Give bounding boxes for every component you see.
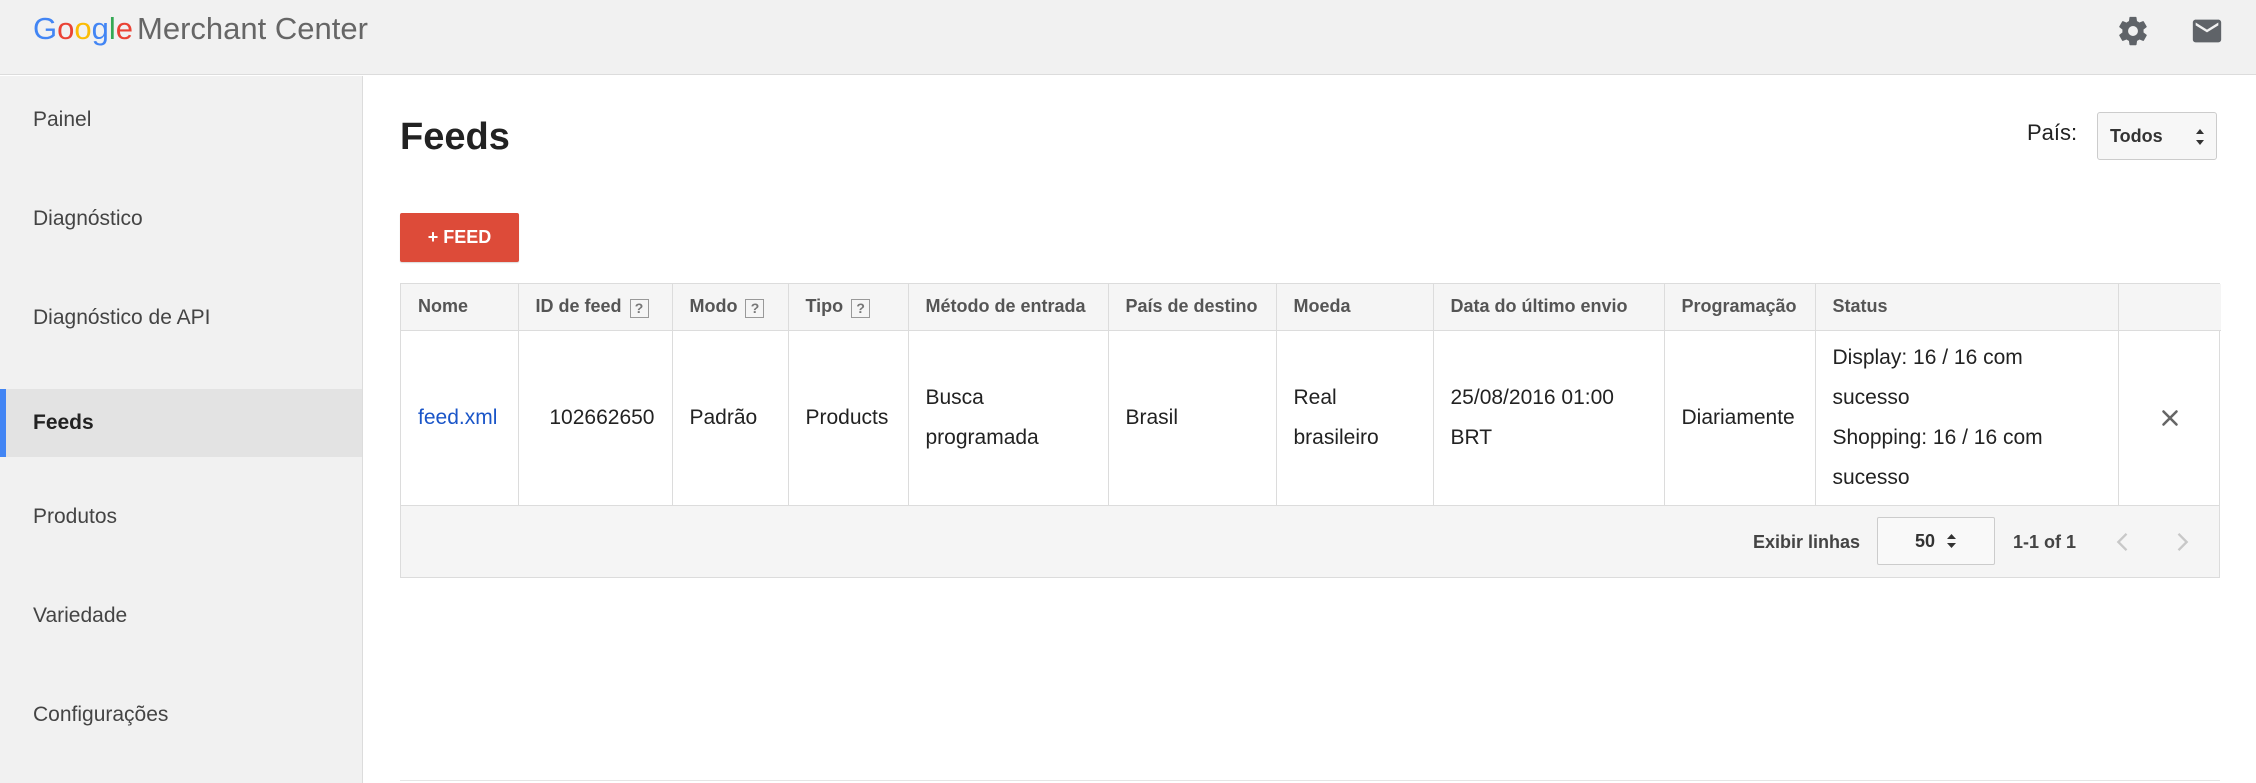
feed-schedule-cell: Diariamente [1664, 330, 1816, 505]
table-footer: Exibir linhas 50 1-1 of 1 [401, 505, 2219, 577]
feed-input-method-cell: Busca programada [908, 330, 1109, 505]
mail-icon[interactable] [2190, 14, 2224, 48]
column-header-pais[interactable]: País de destino [1108, 284, 1277, 331]
pagination-range: 1-1 of 1 [2013, 532, 2077, 552]
logo-letter: e [115, 11, 134, 46]
rows-per-page-value: 50 [1914, 531, 1935, 551]
feed-id-cell: 102662650 [518, 330, 673, 505]
column-header-nome[interactable]: Nome [401, 284, 519, 331]
sidebar-item-feeds[interactable]: Feeds [0, 389, 362, 457]
feed-mode-cell: Padrão [672, 330, 789, 505]
column-header-metodo[interactable]: Método de entrada [908, 284, 1109, 331]
select-arrows-icon [1947, 534, 1957, 548]
feed-actions-cell [2118, 330, 2221, 505]
sidebar: Painel Diagnóstico Diagnóstico de API Fe… [0, 76, 363, 783]
add-feed-button[interactable]: + FEED [400, 213, 519, 262]
sidebar-item-diagnostico-api[interactable]: Diagnóstico de API [0, 284, 362, 352]
feed-status-cell: Display: 16 / 16 com sucesso Shopping: 1… [1815, 330, 2119, 505]
help-icon[interactable]: ? [629, 298, 649, 318]
page-title: Feeds [400, 116, 510, 158]
column-header-tipo[interactable]: Tipo? [788, 284, 909, 331]
feed-currency-cell: Real brasileiro [1276, 330, 1434, 505]
sidebar-item-configuracoes[interactable]: Configurações [0, 681, 362, 749]
column-header-label: Tipo [805, 295, 844, 316]
sidebar-item-variedade[interactable]: Variedade [0, 582, 362, 650]
column-header-moeda[interactable]: Moeda [1276, 284, 1434, 331]
logo-letter: o [74, 11, 92, 46]
product-name: Merchant Center [137, 11, 368, 46]
country-select[interactable]: Todos [2097, 112, 2217, 160]
feed-country-cell: Brasil [1108, 330, 1277, 505]
column-header-label: Status [1832, 296, 1888, 317]
top-bar: Google Merchant Center [0, 0, 2256, 75]
select-arrows-icon [2196, 129, 2204, 145]
remove-feed-close-icon[interactable] [2157, 405, 2183, 431]
logo-letter: o [57, 11, 75, 46]
google-merchant-center-logo[interactable]: Google Merchant Center [33, 11, 368, 47]
feed-last-upload-cell: 25/08/2016 01:00 BRT [1433, 330, 1665, 505]
feeds-table: Nome ID de feed? Modo? Tipo? Método de e… [400, 283, 2221, 578]
logo-letter: G [33, 11, 58, 46]
sidebar-item-produtos[interactable]: Produtos [0, 483, 362, 551]
divider [400, 780, 2220, 781]
column-header-label: Data do último envio [1450, 296, 1628, 317]
chevron-left-icon[interactable] [2109, 528, 2137, 556]
country-label: País: [2027, 120, 2078, 145]
column-header-id-de-feed[interactable]: ID de feed? [518, 284, 673, 331]
logo-letter: l [108, 11, 116, 46]
column-header-label: País de destino [1125, 296, 1258, 317]
column-header-actions [2118, 284, 2221, 331]
sidebar-item-painel[interactable]: Painel [0, 86, 362, 154]
help-icon[interactable]: ? [851, 298, 871, 318]
column-header-label: ID de feed [535, 295, 622, 316]
status-display: Display: 16 / 16 com sucesso [1832, 345, 2023, 409]
status-shopping: Shopping: 16 / 16 com sucesso [1832, 425, 2043, 489]
sidebar-item-diagnostico[interactable]: Diagnóstico [0, 185, 362, 253]
rows-per-page-label: Exibir linhas [1753, 532, 1861, 552]
column-header-status[interactable]: Status [1815, 284, 2119, 331]
feed-name-link[interactable]: feed.xml [401, 330, 519, 505]
column-header-modo[interactable]: Modo? [672, 284, 789, 331]
column-header-data[interactable]: Data do último envio [1433, 284, 1665, 331]
column-header-label: Programação [1681, 296, 1797, 317]
table-row: feed.xml 102662650 Padrão Products Busca… [401, 330, 2221, 505]
table-header-row: Nome ID de feed? Modo? Tipo? Método de e… [401, 284, 2221, 331]
column-header-label: Nome [418, 296, 469, 317]
rows-per-page-select[interactable]: 50 [1877, 517, 1995, 565]
chevron-right-icon[interactable] [2168, 528, 2196, 556]
country-select-value: Todos [2110, 126, 2163, 146]
logo-letter: g [91, 11, 109, 46]
column-header-programacao[interactable]: Programação [1664, 284, 1816, 331]
gear-icon[interactable] [2116, 14, 2150, 48]
help-icon[interactable]: ? [745, 298, 765, 318]
column-header-label: Método de entrada [925, 296, 1086, 317]
column-header-label: Moeda [1293, 296, 1351, 317]
column-header-label: Modo [689, 295, 738, 316]
feed-type-cell: Products [788, 330, 909, 505]
